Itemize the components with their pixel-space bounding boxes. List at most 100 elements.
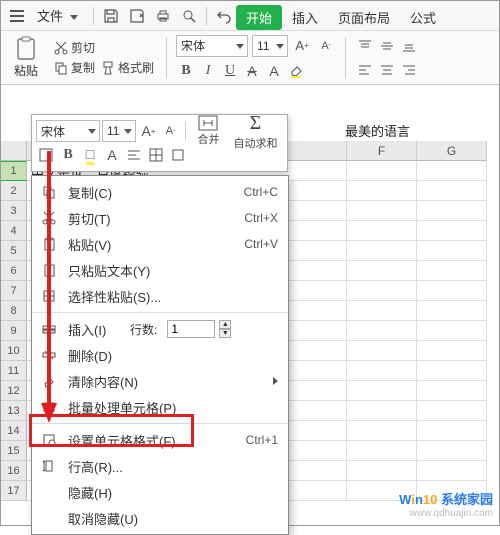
row-header[interactable]: 1 [1, 161, 27, 181]
format-cells-icon [40, 431, 58, 449]
spinner-down-icon[interactable]: ▼ [219, 329, 231, 338]
row-header[interactable]: 12 [1, 381, 27, 401]
font-color-button[interactable]: A [264, 61, 284, 81]
row-header[interactable]: 7 [1, 281, 27, 301]
row-header[interactable]: 13 [1, 401, 27, 421]
menu-delete[interactable]: 删除(D) [32, 342, 288, 368]
increase-font-icon[interactable]: A+ [292, 36, 312, 56]
menu-paste[interactable]: 粘贴(V) Ctrl+V [32, 231, 288, 257]
row-header[interactable]: 4 [1, 221, 27, 241]
mini-fill-color-button[interactable]: □ [80, 145, 100, 165]
menu-clear[interactable]: 清除内容(N) [32, 368, 288, 394]
menu-insert[interactable]: 插入(I) 行数: ▲ ▼ [32, 316, 288, 342]
menu-cut-label: 剪切(T) [68, 209, 234, 228]
row-header[interactable]: 17 [1, 481, 27, 501]
tab-start[interactable]: 开始 [236, 5, 282, 30]
mini-bold-button[interactable]: B [58, 145, 78, 165]
paste-text-icon: T [40, 261, 58, 279]
spinner-up-icon[interactable]: ▲ [219, 320, 231, 329]
mini-autosum-button[interactable]: Σ 自动求和 [227, 112, 283, 151]
strikethrough-button[interactable]: A [242, 61, 262, 81]
row-header[interactable]: 15 [1, 441, 27, 461]
row-header[interactable]: 5 [1, 241, 27, 261]
batch-icon [40, 398, 58, 416]
menu-format-cells-label: 设置单元格格式(F)... [68, 431, 236, 450]
copy-label: 复制 [71, 59, 95, 76]
italic-button[interactable]: I [198, 61, 218, 81]
menu-format-cells-shortcut: Ctrl+1 [246, 433, 278, 447]
sigma-icon: Σ [250, 112, 262, 135]
row-header[interactable]: 14 [1, 421, 27, 441]
menu-unhide[interactable]: 取消隐藏(U) [32, 505, 288, 531]
column-header-f[interactable]: F [347, 141, 417, 161]
menu-row-height[interactable]: 行高(R)... [32, 453, 288, 479]
mini-align-icon[interactable] [124, 145, 144, 165]
brush-icon [101, 61, 115, 75]
row-header[interactable]: 11 [1, 361, 27, 381]
mini-font-size-select[interactable]: 11 [102, 120, 136, 142]
ribbon: 粘贴 剪切 复制 格式刷 宋体 11 [1, 31, 499, 85]
fill-color-button[interactable] [286, 61, 306, 81]
paste-button[interactable]: 粘贴 [7, 36, 45, 79]
mini-grid-icon[interactable] [146, 145, 166, 165]
row-header[interactable]: 8 [1, 301, 27, 321]
menu-paste-label: 粘贴(V) [68, 235, 234, 254]
bold-button[interactable]: B [176, 61, 196, 81]
menu-copy-label: 复制(C) [68, 183, 234, 202]
menu-copy[interactable]: 复制(C) Ctrl+C [32, 179, 288, 205]
tab-page-layout[interactable]: 页面布局 [328, 4, 400, 31]
rows-input[interactable] [167, 320, 215, 338]
menu-batch[interactable]: 批量处理单元格(P) [32, 394, 288, 420]
align-center-icon[interactable] [377, 60, 397, 80]
align-middle-icon[interactable] [377, 36, 397, 56]
ribbon-tabs: 开始 插入 页面布局 公式 [1, 3, 499, 31]
row-header[interactable]: 2 [1, 181, 27, 201]
paste-special-icon [40, 287, 58, 305]
align-left-icon[interactable] [355, 60, 375, 80]
mini-decrease-font-icon[interactable]: A- [160, 121, 180, 141]
row-header[interactable]: 6 [1, 261, 27, 281]
decrease-font-icon[interactable]: A- [316, 36, 336, 56]
insert-row-icon [40, 320, 58, 338]
format-painter-button[interactable]: 格式刷 [98, 58, 157, 78]
mini-merge-button[interactable]: 合并 [191, 115, 225, 147]
eraser-icon [40, 372, 58, 390]
menu-paste-special[interactable]: 选择性粘贴(S)... [32, 283, 288, 309]
row-header[interactable]: 3 [1, 201, 27, 221]
column-header-g[interactable]: G [417, 141, 487, 161]
menu-cut-shortcut: Ctrl+X [244, 211, 278, 225]
menu-batch-label: 批量处理单元格(P) [68, 398, 278, 417]
font-name-select[interactable]: 宋体 [176, 35, 248, 57]
row-header[interactable]: 16 [1, 461, 27, 481]
mini-font-name-select[interactable]: 宋体 [36, 120, 100, 142]
tab-insert[interactable]: 插入 [282, 4, 328, 31]
menu-paste-text[interactable]: T 只粘贴文本(Y) [32, 257, 288, 283]
menu-hide[interactable]: 隐藏(H) [32, 479, 288, 505]
tab-formulas[interactable]: 公式 [400, 4, 446, 31]
mini-format-icon[interactable] [168, 145, 188, 165]
align-right-icon[interactable] [399, 60, 419, 80]
menu-format-cells[interactable]: 设置单元格格式(F)... Ctrl+1 [32, 427, 288, 453]
mini-borders-icon[interactable] [36, 145, 56, 165]
mini-merge-label: 合并 [197, 131, 219, 147]
row-header[interactable]: 9 [1, 321, 27, 341]
menu-paste-special-label: 选择性粘贴(S)... [68, 287, 278, 306]
clipboard-icon [13, 36, 39, 62]
menu-cut[interactable]: 剪切(T) Ctrl+X [32, 205, 288, 231]
mini-increase-font-icon[interactable]: A+ [138, 121, 158, 141]
select-all-corner[interactable] [1, 141, 27, 161]
menu-paste-shortcut: Ctrl+V [244, 237, 278, 251]
row-header[interactable]: 10 [1, 341, 27, 361]
menu-copy-shortcut: Ctrl+C [244, 185, 278, 199]
font-size-select[interactable]: 11 [252, 35, 288, 57]
align-bottom-icon[interactable] [399, 36, 419, 56]
align-top-icon[interactable] [355, 36, 375, 56]
mini-font-color-button[interactable]: A [102, 145, 122, 165]
copy-icon [54, 61, 68, 75]
context-menu: 复制(C) Ctrl+C 剪切(T) Ctrl+X 粘贴(V) Ctrl+V T… [31, 175, 289, 535]
copy-button[interactable]: 复制 [51, 58, 98, 78]
underline-button[interactable]: U [220, 61, 240, 81]
rows-spinner[interactable]: ▲ ▼ [167, 320, 231, 338]
cut-button[interactable]: 剪切 [51, 38, 157, 58]
delete-row-icon [40, 346, 58, 364]
